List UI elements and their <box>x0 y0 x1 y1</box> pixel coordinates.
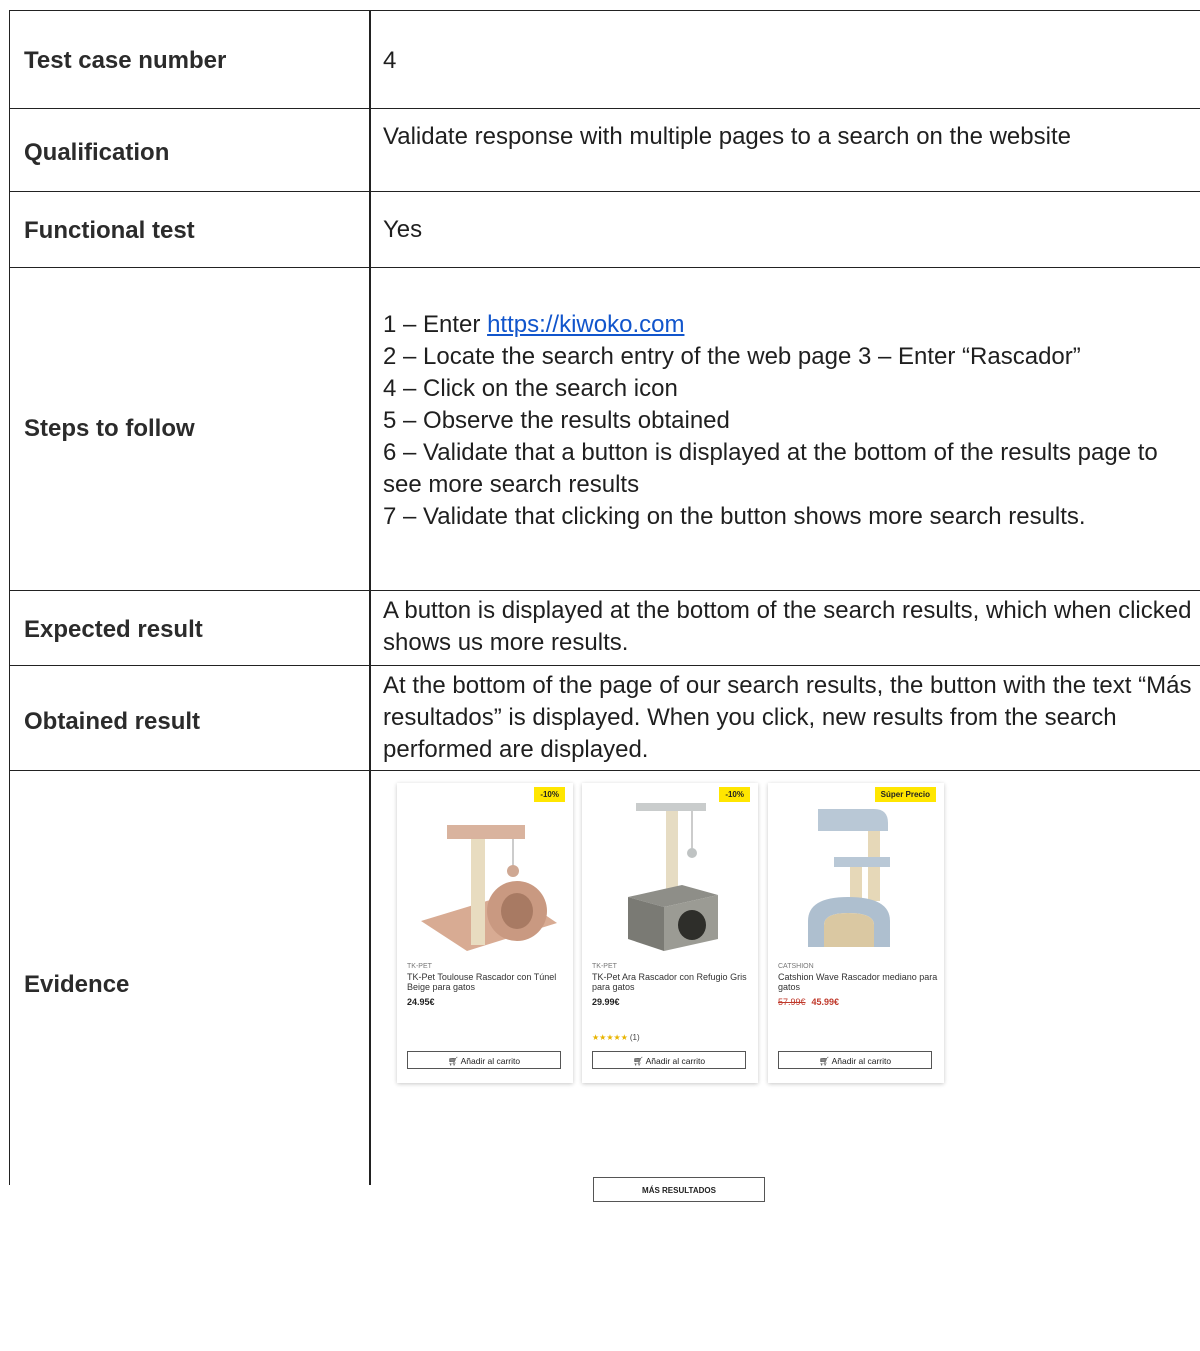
cat-scratcher-tunnel-image <box>421 825 557 951</box>
rating-stars: ★★★★★ (1) <box>592 1033 640 1042</box>
product-price: 29.99€ <box>592 997 620 1007</box>
label-qualification: Qualification <box>24 139 170 166</box>
step-1: 1 – Enter https://kiwoko.com <box>383 311 685 338</box>
steps-list: 1 – Enter https://kiwoko.com 2 – Locate … <box>383 309 1194 533</box>
cart-icon: 🛒︎ <box>818 1056 832 1066</box>
step-7: 7 – Validate that clicking on the button… <box>383 503 1086 530</box>
product-price: 24.95€ <box>407 997 435 1007</box>
product-brand: TK-PET <box>407 963 432 970</box>
row-test-case-number: Test case number 4 <box>10 11 1200 109</box>
step-6: 6 – Validate that a button is displayed … <box>383 439 1158 498</box>
add-to-cart-button[interactable]: 🛒︎ Añadir al carrito <box>592 1051 746 1069</box>
step-4: 4 – Click on the search icon <box>383 375 678 402</box>
review-count: (1) <box>629 1033 640 1042</box>
label-test-case-number: Test case number <box>24 47 227 74</box>
step-5: 5 – Observe the results obtained <box>383 407 730 434</box>
add-to-cart-button[interactable]: 🛒︎ Añadir al carrito <box>778 1051 932 1069</box>
cart-icon: 🛒︎ <box>632 1056 646 1066</box>
discount-badge: Súper Precio <box>874 787 936 802</box>
label-functional-test: Functional test <box>24 217 195 244</box>
star-icons: ★★★★★ <box>592 1033 628 1042</box>
more-results-button[interactable]: MÁS RESULTADOS <box>593 1177 765 1202</box>
product-name[interactable]: Catshion Wave Rascador mediano para gato… <box>778 972 938 992</box>
label-expected-result: Expected result <box>24 616 203 643</box>
sale-price: 45.99€ <box>811 997 840 1007</box>
value-functional-test: Yes <box>383 216 423 243</box>
add-to-cart-button[interactable]: 🛒︎ Añadir al carrito <box>407 1051 561 1069</box>
step-2: 2 – Locate the search entry of the web p… <box>383 343 1081 370</box>
product-price: 57.99€ 45.99€ <box>778 997 839 1007</box>
row-expected-result: Expected result A button is displayed at… <box>10 591 1200 666</box>
value-qualification: Validate response with multiple pages to… <box>383 123 1071 150</box>
test-case-table: Test case number 4 Qualification Validat… <box>9 10 1200 1202</box>
product-name[interactable]: TK-Pet Ara Rascador con Refugio Gris par… <box>592 972 752 992</box>
evidence-screenshot: -10% TK-PET TK-Pet Toulouse Rascador con… <box>383 771 973 1351</box>
cat-scratcher-refuge-image <box>628 803 718 951</box>
product-name[interactable]: TK-Pet Toulouse Rascador con Túnel Beige… <box>407 972 567 992</box>
label-evidence: Evidence <box>24 971 130 998</box>
cat-scratcher-wave-image <box>808 809 890 947</box>
row-functional-test: Functional test Yes <box>10 192 1200 268</box>
product-brand: TK-PET <box>592 963 617 970</box>
product-brand: CATSHION <box>778 963 814 970</box>
label-steps-to-follow: Steps to follow <box>24 415 195 442</box>
row-steps-to-follow: Steps to follow 1 – Enter https://kiwoko… <box>10 268 1200 591</box>
row-evidence: Evidence -10% TK-PET TK-Pet Toulouse Ras… <box>10 771 1200 1202</box>
product-card[interactable]: Súper Precio CATSHION Catshion Wave Rasc… <box>768 783 944 1083</box>
product-card[interactable]: -10% TK-PET TK-Pet Toulouse Rascador con… <box>397 783 573 1083</box>
row-obtained-result: Obtained result At the bottom of the pag… <box>10 666 1200 771</box>
row-qualification: Qualification Validate response with mul… <box>10 109 1200 192</box>
cart-icon: 🛒︎ <box>447 1056 461 1066</box>
value-obtained-result: At the bottom of the page of our search … <box>383 672 1192 763</box>
product-card[interactable]: -10% TK-PET TK-Pet Ara Rascador con Refu… <box>582 783 758 1083</box>
label-obtained-result: Obtained result <box>24 708 201 735</box>
discount-badge: -10% <box>719 787 750 802</box>
value-expected-result: A button is displayed at the bottom of t… <box>383 597 1192 656</box>
discount-badge: -10% <box>534 787 565 802</box>
old-price: 57.99€ <box>778 997 806 1007</box>
kiwoko-link[interactable]: https://kiwoko.com <box>487 311 684 338</box>
value-test-case-number: 4 <box>383 47 397 74</box>
